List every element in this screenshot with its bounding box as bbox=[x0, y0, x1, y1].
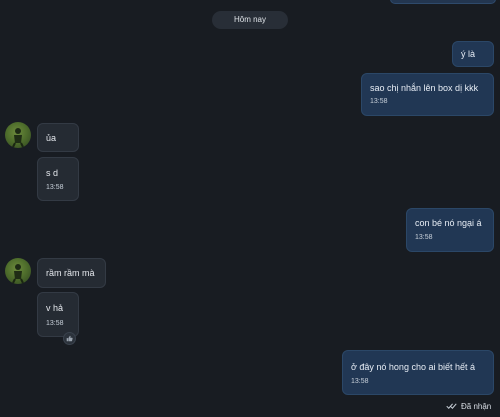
message-bubble-outgoing[interactable]: con bé nó ngại á 13:58 bbox=[406, 208, 494, 252]
message-time: 13:58 bbox=[370, 98, 388, 105]
message-time: 13:58 bbox=[415, 234, 433, 241]
message-time: 13:58 bbox=[351, 378, 369, 385]
message-bubble-outgoing[interactable]: ý là bbox=[452, 41, 494, 67]
double-check-icon bbox=[446, 403, 457, 409]
message-text: con bé nó ngại á bbox=[415, 218, 482, 228]
thumbs-up-icon[interactable] bbox=[63, 332, 76, 345]
message-bubble-outgoing[interactable]: sao chị nhắn lên box dị kkk 13:58 bbox=[361, 73, 494, 116]
message-text: ở đây nó hong cho ai biết hết á bbox=[351, 362, 475, 372]
message-text: s d bbox=[46, 168, 59, 178]
message-time: 13:58 bbox=[46, 184, 64, 191]
message-text: v hả bbox=[46, 303, 64, 313]
message-bubble-outgoing[interactable]: ở đây nó hong cho ai biết hết á 13:58 bbox=[342, 350, 494, 395]
message-bubble-incoming[interactable]: rầm rầm mà bbox=[37, 258, 106, 288]
message-time: 13:58 bbox=[46, 320, 64, 327]
avatar[interactable] bbox=[5, 122, 31, 148]
delivery-status-text: Đã nhận bbox=[461, 401, 492, 411]
message-bubble-incoming[interactable]: ủa bbox=[37, 123, 79, 152]
message-text: rầm rầm mà bbox=[46, 268, 95, 278]
chat-message-list[interactable]: Hôm nay ý là sao chị nhắn lên box dị kkk… bbox=[0, 0, 500, 417]
message-text: ý là bbox=[461, 49, 476, 59]
message-bubble-incoming[interactable]: v hả 13:58 bbox=[37, 292, 79, 337]
message-bubble-outgoing-partial[interactable] bbox=[390, 0, 496, 4]
message-bubble-incoming[interactable]: s d 13:58 bbox=[37, 157, 79, 201]
date-separator: Hôm nay bbox=[212, 11, 288, 29]
delivery-status: Đã nhận bbox=[446, 400, 491, 412]
message-text: sao chị nhắn lên box dị kkk bbox=[370, 83, 479, 93]
message-text: ủa bbox=[46, 133, 57, 143]
avatar[interactable] bbox=[5, 258, 31, 284]
